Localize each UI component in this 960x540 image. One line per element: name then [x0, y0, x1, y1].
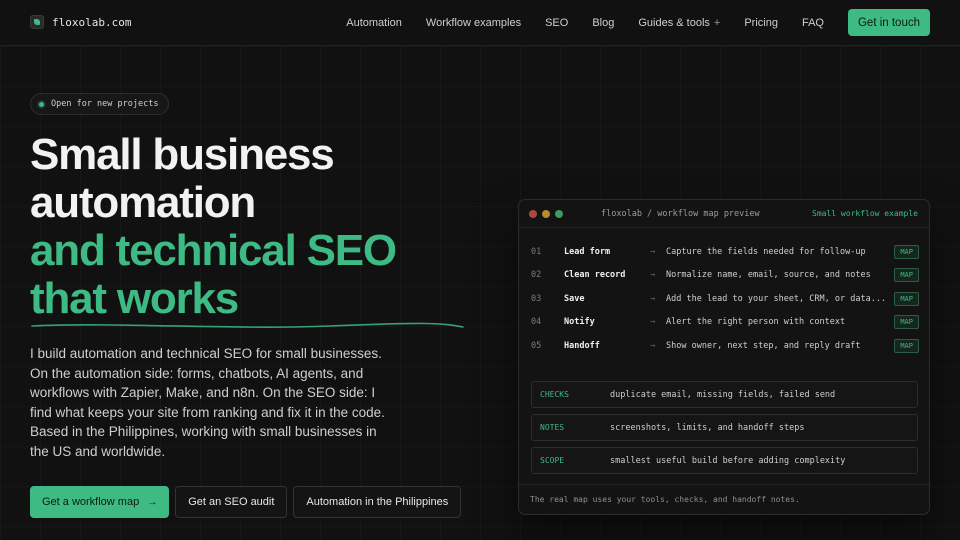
headline-line-2: automation [30, 178, 256, 227]
get-workflow-map-button[interactable]: Get a workflow map → [30, 486, 170, 518]
window-controls [529, 210, 563, 218]
automation-philippines-button[interactable]: Automation in the Philippines [293, 486, 462, 518]
arrow-right-icon: → [650, 293, 656, 304]
check-text: screenshots, limits, and handoff steps [610, 422, 805, 433]
nav-link-seo[interactable]: SEO [545, 17, 568, 29]
check-label: SCOPE [540, 456, 565, 465]
check-text: duplicate email, missing fields, failed … [610, 389, 836, 400]
availability-badge-text: Open for new projects [51, 99, 159, 109]
nav-link-faq[interactable]: FAQ [802, 17, 824, 29]
step-name: Notify [564, 317, 595, 328]
top-navigation: floxolab.com Automation Workflow example… [0, 0, 960, 46]
map-badge: MAP [894, 338, 919, 353]
yellow-dot-icon [542, 210, 550, 218]
step-number: 04 [531, 317, 542, 328]
step-number: 01 [531, 246, 542, 257]
step-number: 02 [531, 270, 542, 281]
workflow-checks: CHECKS duplicate email, missing fields, … [531, 381, 918, 480]
workflow-map-preview: floxolab / workflow map preview Small wo… [518, 199, 930, 515]
green-dot-icon [555, 210, 563, 218]
step-description: Capture the fields needed for follow-up [666, 246, 866, 257]
check-row: NOTES screenshots, limits, and handoff s… [531, 414, 918, 441]
hero-headline: Small business automation and technical … [30, 131, 470, 323]
get-workflow-map-label: Get a workflow map [42, 496, 140, 508]
panel-tag: Small workflow example [812, 209, 918, 218]
step-name: Clean record [564, 270, 626, 281]
arrow-right-icon: → [650, 270, 656, 281]
workflow-step: 01 Lead form → Capture the fields needed… [531, 240, 919, 264]
hero-actions: Get a workflow map → Get an SEO audit Au… [30, 486, 462, 518]
workflow-step: 04 Notify → Alert the right person with … [531, 311, 919, 335]
check-label: CHECKS [540, 390, 569, 399]
brand-logo-icon [30, 15, 44, 29]
check-text: smallest useful build before adding comp… [610, 455, 846, 466]
workflow-step: 02 Clean record → Normalize name, email,… [531, 264, 919, 288]
headline-line-1: Small business [30, 130, 335, 179]
nav-link-automation[interactable]: Automation [346, 17, 402, 29]
check-label: NOTES [540, 423, 565, 432]
panel-header: floxolab / workflow map preview Small wo… [519, 200, 929, 228]
arrow-right-icon: → [650, 340, 656, 351]
panel-title: floxolab / workflow map preview [601, 209, 760, 219]
step-description: Add the lead to your sheet, CRM, or data… [666, 293, 887, 304]
headline-line-3: and technical SEO [30, 226, 397, 275]
brand[interactable]: floxolab.com [30, 15, 131, 29]
nav-link-guides-tools[interactable]: Guides & tools + [638, 17, 720, 29]
red-dot-icon [529, 210, 537, 218]
map-badge: MAP [894, 244, 919, 259]
brand-name: floxolab.com [52, 15, 132, 29]
step-name: Save [564, 293, 585, 304]
step-number: 03 [531, 293, 542, 304]
map-badge: MAP [894, 291, 919, 306]
headline-underline-decoration [31, 322, 464, 328]
step-description: Alert the right person with context [666, 317, 846, 328]
arrow-right-icon: → [650, 246, 656, 257]
workflow-steps: 01 Lead form → Capture the fields needed… [531, 240, 919, 358]
nav-link-pricing[interactable]: Pricing [744, 17, 778, 29]
check-row: CHECKS duplicate email, missing fields, … [531, 381, 918, 408]
get-in-touch-button[interactable]: Get in touch [847, 9, 930, 36]
nav-links: Automation Workflow examples SEO Blog Gu… [346, 9, 930, 36]
map-badge: MAP [894, 268, 919, 283]
map-badge: MAP [894, 315, 919, 330]
arrow-right-icon: → [147, 496, 158, 508]
step-number: 05 [531, 340, 542, 351]
check-row: SCOPE smallest useful build before addin… [531, 447, 918, 474]
step-name: Lead form [564, 246, 611, 257]
get-seo-audit-button[interactable]: Get an SEO audit [175, 486, 288, 518]
headline-line-4: that works [30, 274, 239, 323]
workflow-step: 05 Handoff → Show owner, next step, and … [531, 334, 919, 358]
workflow-step: 03 Save → Add the lead to your sheet, CR… [531, 287, 919, 311]
availability-badge: Open for new projects [30, 93, 170, 115]
nav-link-blog[interactable]: Blog [592, 17, 614, 29]
step-description: Show owner, next step, and reply draft [666, 340, 861, 351]
arrow-right-icon: → [650, 317, 656, 328]
panel-footer-note: The real map uses your tools, checks, an… [519, 484, 929, 514]
step-name: Handoff [564, 340, 600, 351]
hero-description: I build automation and technical SEO for… [30, 346, 385, 459]
nav-link-guides-label: Guides & tools [638, 16, 710, 29]
status-dot-icon [39, 101, 44, 107]
nav-link-workflow-examples[interactable]: Workflow examples [426, 17, 521, 29]
step-description: Normalize name, email, source, and notes [666, 270, 871, 281]
plus-icon: + [713, 16, 721, 29]
